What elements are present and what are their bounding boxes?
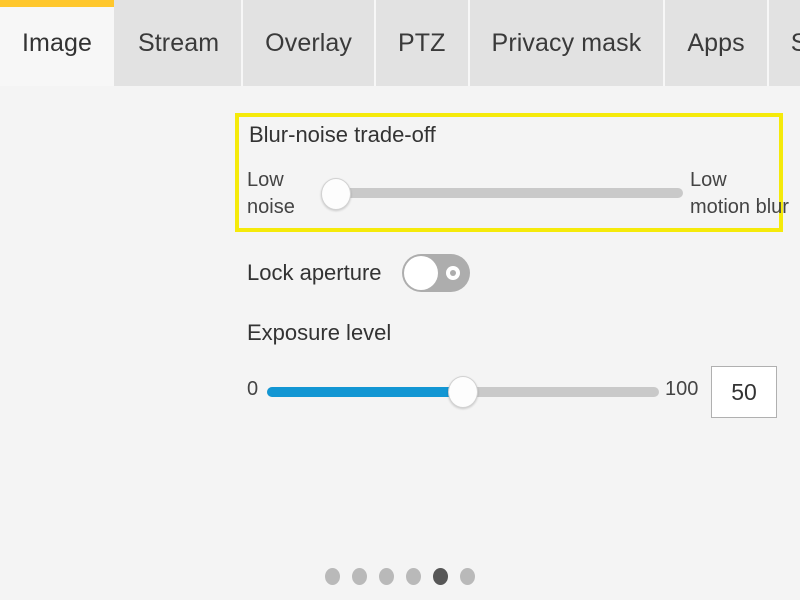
tab-ptz-label: PTZ [398, 28, 446, 57]
settings-content-panel: Blur-noise trade-off Low noise Low motio… [0, 86, 800, 600]
tab-image-label: Image [22, 28, 92, 57]
lock-aperture-label: Lock aperture [247, 260, 382, 285]
blur-noise-tradeoff-title: Blur-noise trade-off [249, 122, 436, 147]
blur-noise-right-label: Low motion blur [690, 167, 789, 221]
lock-aperture-row: Lock aperture [247, 253, 470, 293]
blur-noise-right-label-line1: Low [690, 169, 727, 191]
tab-stream-label: Stream [137, 28, 220, 57]
lock-aperture-toggle[interactable] [401, 254, 470, 292]
blur-noise-left-label-line2: noise [247, 196, 295, 218]
exposure-level-section: Exposure level 0 100 50 [247, 320, 777, 418]
pagination-dot-1[interactable] [325, 568, 340, 585]
tab-overlay[interactable]: Overlay [243, 0, 377, 86]
toggle-off-indicator-icon [445, 266, 460, 280]
exposure-value-input[interactable]: 50 [711, 366, 777, 418]
pagination-dot-6[interactable] [460, 568, 475, 585]
exposure-slider-thumb[interactable] [448, 376, 478, 408]
pagination-dot-5[interactable] [433, 568, 448, 585]
pagination-dot-3[interactable] [379, 568, 394, 585]
pagination-dot-2[interactable] [352, 568, 367, 585]
pagination-dots [0, 568, 800, 585]
blur-noise-left-label-line1: Low [247, 169, 284, 191]
tab-system-label: System [790, 28, 800, 57]
tab-image[interactable]: Image [0, 0, 116, 86]
tab-system[interactable]: System [768, 0, 800, 86]
tab-ptz[interactable]: PTZ [376, 0, 470, 86]
exposure-level-slider-row: 0 100 50 [247, 356, 777, 418]
exposure-min-label: 0 [247, 378, 259, 400]
pagination-dot-4[interactable] [406, 568, 421, 585]
tab-privacy-mask[interactable]: Privacy mask [469, 0, 666, 86]
blur-noise-tradeoff-section: Blur-noise trade-off Low noise Low motio… [235, 113, 789, 232]
blur-noise-left-label: Low noise [247, 167, 295, 221]
tab-overlay-label: Overlay [265, 28, 353, 57]
exposure-slider-fill [267, 387, 463, 397]
tab-apps-label: Apps [687, 28, 745, 57]
blur-noise-slider-row: Low noise Low motion blur [247, 157, 789, 223]
toggle-thumb-icon [403, 256, 438, 290]
blur-noise-slider-track[interactable] [337, 188, 683, 198]
tab-stream[interactable]: Stream [115, 0, 244, 86]
exposure-level-title: Exposure level [247, 320, 392, 345]
tab-bar: Image Stream Overlay PTZ Privacy mask Ap… [0, 0, 800, 86]
tab-privacy-mask-label: Privacy mask [491, 28, 642, 57]
tab-apps[interactable]: Apps [665, 0, 769, 86]
blur-noise-right-label-line2: motion blur [690, 196, 789, 218]
blur-noise-slider-thumb[interactable] [321, 178, 351, 210]
exposure-max-label: 100 [665, 378, 699, 400]
